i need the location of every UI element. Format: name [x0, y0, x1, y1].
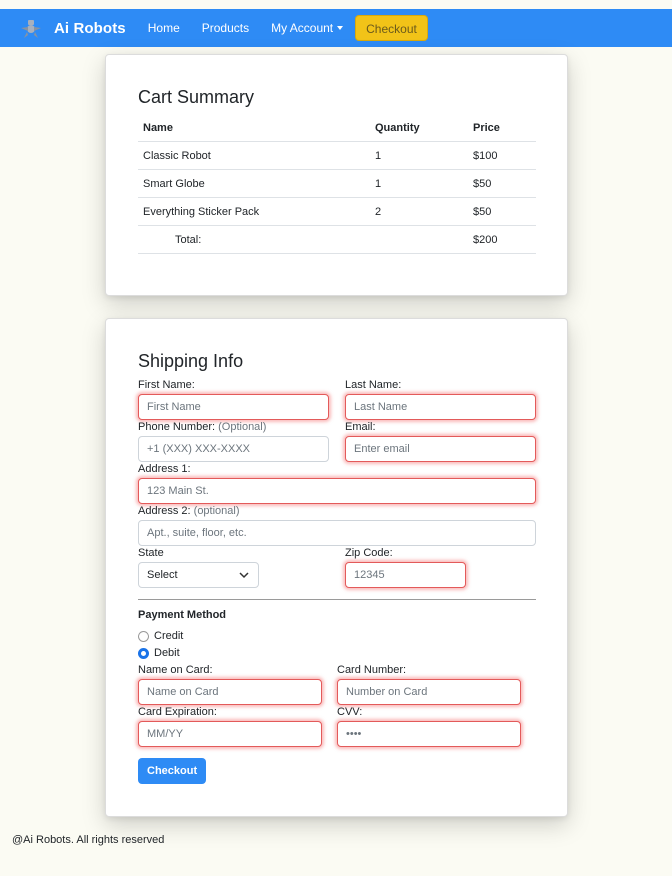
- my-account-label: My Account: [271, 21, 334, 35]
- radio-debit[interactable]: Debit: [138, 647, 180, 659]
- address2-input[interactable]: Apt., suite, floor, etc.: [138, 520, 536, 546]
- item-quantity: 1: [370, 169, 468, 198]
- cart-table: Name Quantity Price Classic Robot 1 $100…: [138, 115, 536, 254]
- footer-text: @Ai Robots. All rights reserved: [12, 834, 165, 846]
- item-price: $50: [468, 169, 536, 198]
- first-name-input[interactable]: First Name: [138, 394, 329, 420]
- navbar: Ai Robots Home Products My Account Check…: [0, 9, 672, 47]
- radio-credit-label: Credit: [154, 630, 184, 642]
- cart-summary-title: Cart Summary: [138, 87, 255, 107]
- address2-label: Address 2: (optional): [138, 505, 240, 517]
- card-expiration-label: Card Expiration:: [138, 706, 217, 718]
- cart-row: Smart Globe 1 $50: [138, 169, 536, 198]
- cvv-label: CVV:: [337, 706, 363, 718]
- phone-label-text: Phone Number:: [138, 421, 216, 433]
- address1-input[interactable]: 123 Main St.: [138, 478, 536, 504]
- nav-link-products[interactable]: Products: [202, 21, 249, 35]
- robot-logo-icon[interactable]: [18, 15, 44, 41]
- item-name: Classic Robot: [138, 141, 370, 170]
- phone-optional: (Optional): [218, 421, 267, 433]
- section-divider: [138, 599, 536, 600]
- nav-dropdown-my-account[interactable]: My Account: [271, 21, 344, 35]
- checkout-submit-button[interactable]: Checkout: [138, 758, 207, 784]
- email-input[interactable]: Enter email: [345, 436, 536, 462]
- shipping-info-title: Shipping Info: [138, 351, 244, 371]
- radio-credit[interactable]: Credit: [138, 630, 183, 642]
- phone-label: Phone Number: (Optional): [138, 421, 266, 433]
- top-strip: [0, 0, 672, 9]
- cart-summary-card: Cart Summary Name Quantity Price Classic…: [105, 54, 568, 296]
- name-on-card-input[interactable]: Name on Card: [138, 679, 322, 705]
- item-name: Everything Sticker Pack: [138, 197, 370, 226]
- zip-label: Zip Code:: [345, 547, 393, 559]
- item-price: $100: [468, 141, 536, 170]
- name-on-card-label: Name on Card:: [138, 664, 213, 676]
- item-price: $50: [468, 197, 536, 226]
- address2-optional: (optional): [193, 505, 240, 517]
- total-value: $200: [468, 225, 536, 254]
- card-number-input[interactable]: Number on Card: [337, 679, 521, 705]
- cvv-input[interactable]: ••••: [337, 721, 521, 747]
- cart-table-header: Name Quantity Price: [138, 115, 536, 142]
- radio-credit-button[interactable]: [138, 630, 149, 642]
- cart-row: Classic Robot 1 $100: [138, 141, 536, 170]
- last-name-input[interactable]: Last Name: [345, 394, 536, 420]
- item-name: Smart Globe: [138, 169, 370, 198]
- header-quantity: Quantity: [370, 115, 468, 142]
- first-name-label: First Name:: [138, 379, 195, 391]
- brand-name[interactable]: Ai Robots: [54, 20, 126, 37]
- item-quantity: 1: [370, 141, 468, 170]
- nav-checkout-button[interactable]: Checkout: [355, 15, 428, 41]
- address2-label-text: Address 2:: [138, 505, 191, 517]
- header-price: Price: [468, 115, 536, 142]
- state-select-value: Select: [147, 569, 178, 581]
- caret-down-icon: [337, 26, 344, 30]
- cart-total-row: Total: $200: [138, 225, 536, 254]
- total-label: Total:: [138, 225, 370, 254]
- cart-row: Everything Sticker Pack 2 $50: [138, 197, 536, 226]
- zip-input[interactable]: 12345: [345, 562, 466, 588]
- card-number-label: Card Number:: [337, 664, 407, 676]
- state-select[interactable]: Select: [138, 562, 259, 588]
- phone-input[interactable]: +1 (XXX) XXX-XXXX: [138, 436, 329, 462]
- header-name: Name: [138, 115, 370, 142]
- shipping-info-card: Shipping Info First Name: First Name Las…: [105, 318, 568, 817]
- item-quantity: 2: [370, 197, 468, 226]
- last-name-label: Last Name:: [345, 379, 402, 391]
- chevron-down-icon: [239, 572, 249, 579]
- radio-debit-button[interactable]: [138, 647, 149, 659]
- card-expiration-input[interactable]: MM/YY: [138, 721, 322, 747]
- state-label: State: [138, 547, 164, 559]
- address1-label: Address 1:: [138, 463, 191, 475]
- payment-method-label: Payment Method: [138, 609, 227, 621]
- email-label: Email:: [345, 421, 376, 433]
- radio-debit-label: Debit: [154, 647, 180, 659]
- nav-link-home[interactable]: Home: [148, 21, 180, 35]
- total-empty: [370, 225, 468, 254]
